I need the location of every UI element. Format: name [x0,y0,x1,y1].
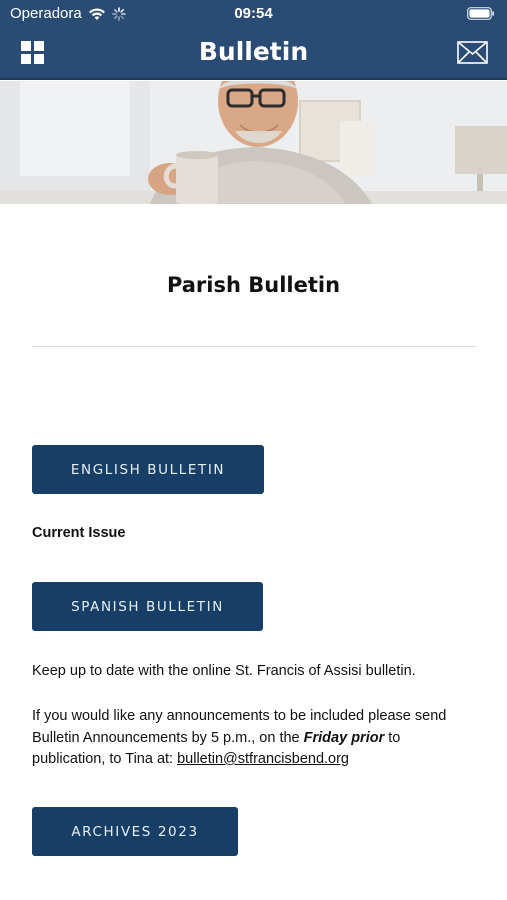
hero-illustration [0,81,507,204]
battery-indicator [467,7,495,24]
english-bulletin-button[interactable]: ENGLISH BULLETIN [32,445,264,494]
friday-prior-emphasis: Friday prior [303,729,385,746]
battery-icon [467,7,494,20]
archives-2023-button[interactable]: ARCHIVES 2023 [32,807,238,856]
status-bar: Operadora 09:54 [0,0,507,28]
intro-text: Keep up to date with the online St. Fran… [32,663,416,679]
status-time: 09:54 [234,5,273,22]
spanish-bulletin-button[interactable]: SPANISH BULLETIN [32,582,263,631]
mail-icon[interactable] [457,41,488,64]
divider [32,346,476,347]
announcement-text: If you would like any announcements to b… [32,706,477,771]
current-issue-label: Current Issue [32,525,126,541]
bulletin-email-link[interactable]: bulletin@stfrancisbend.org [177,751,349,767]
hero-image [0,81,507,204]
nav-title: Bulletin [198,37,309,66]
nav-bar: Bulletin [0,28,507,80]
page-title: Parish Bulletin [166,273,341,297]
